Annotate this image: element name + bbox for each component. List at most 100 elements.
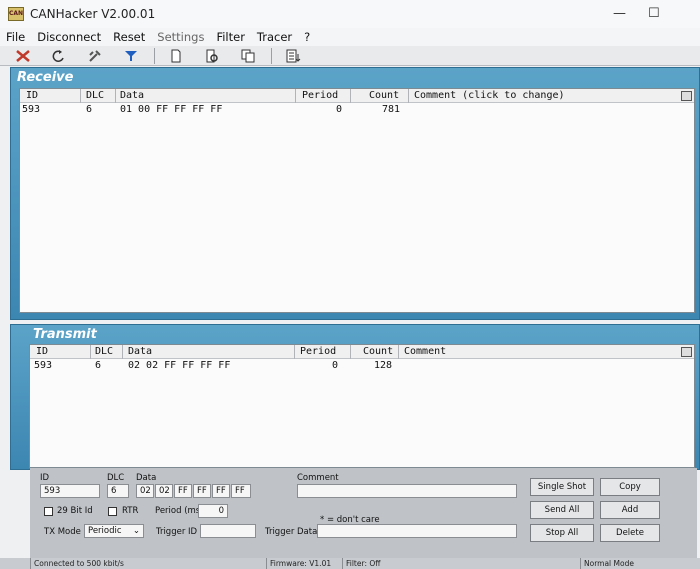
column-divider [350, 89, 351, 103]
txmode-label: TX Mode [44, 527, 81, 537]
preview-icon[interactable] [199, 47, 225, 65]
comment-label: Comment [297, 473, 339, 483]
col-period[interactable]: Period [302, 90, 338, 101]
col-data[interactable]: Data [128, 346, 152, 357]
transmit-options-icon[interactable] [681, 347, 692, 357]
single-shot-button[interactable]: Single Shot [530, 478, 594, 496]
col-id[interactable]: ID [36, 346, 48, 357]
connect-icon[interactable] [10, 47, 36, 65]
period-label: Period (ms) [155, 506, 204, 516]
column-divider [408, 89, 409, 103]
window-title: CANHacker V2.00.01 [30, 7, 156, 21]
col-dlc[interactable]: DLC [86, 90, 104, 101]
maximize-button[interactable]: ☐ [648, 6, 660, 21]
id-field[interactable]: 593 [40, 484, 100, 498]
rtr-checkbox[interactable] [108, 507, 117, 516]
col-period[interactable]: Period [300, 346, 336, 357]
reset-icon[interactable] [46, 47, 72, 65]
status-filter: Filter: Off [342, 558, 578, 569]
data-byte-3[interactable]: FF [193, 484, 211, 498]
data-label: Data [136, 473, 157, 483]
column-divider [80, 89, 81, 103]
minimize-button[interactable]: — [613, 6, 626, 21]
receive-title: Receive [17, 70, 74, 85]
transmit-panel: Transmit ID DLC Data Period Count Commen… [10, 324, 700, 470]
29bit-checkbox[interactable] [44, 507, 53, 516]
29bit-label: 29 Bit Id [57, 506, 93, 516]
menu-reset[interactable]: Reset [113, 30, 145, 44]
comment-field[interactable] [297, 484, 517, 498]
dlc-label: DLC [107, 473, 125, 483]
delete-button[interactable]: Delete [600, 524, 660, 542]
column-divider [295, 89, 296, 103]
col-comment[interactable]: Comment (click to change) [414, 90, 565, 101]
data-byte-1[interactable]: 02 [155, 484, 173, 498]
col-id[interactable]: ID [26, 90, 38, 101]
cell-data: 02 02 FF FF FF FF [128, 360, 231, 371]
column-divider [115, 89, 116, 103]
column-divider [294, 345, 295, 359]
txmode-select[interactable]: Periodic ⌄ [84, 524, 144, 538]
copy-icon[interactable] [235, 47, 261, 65]
col-data[interactable]: Data [120, 90, 144, 101]
transmit-grid[interactable]: ID DLC Data Period Count Comment 593 6 0… [29, 344, 695, 468]
copy-button[interactable]: Copy [600, 478, 660, 496]
data-byte-4[interactable]: FF [212, 484, 230, 498]
trigger-id-label: Trigger ID [156, 527, 198, 537]
add-button[interactable]: Add [600, 501, 660, 519]
rtr-label: RTR [122, 506, 139, 516]
menu-bar: File Disconnect Reset Settings Filter Tr… [0, 28, 700, 46]
receive-panel: Receive ID DLC Data Period Count Comment… [10, 67, 700, 320]
cell-period: 0 [332, 360, 339, 371]
log-icon[interactable] [280, 47, 306, 65]
stop-all-button[interactable]: Stop All [530, 524, 594, 542]
col-dlc[interactable]: DLC [95, 346, 113, 357]
cell-id: 593 [22, 104, 41, 115]
status-connection: Connected to 500 kbit/s [30, 558, 260, 569]
status-mode: Normal Mode [580, 558, 700, 569]
transmit-editor: ID 593 DLC 6 Data 02 02 FF FF FF FF Comm… [30, 468, 697, 558]
data-byte-5[interactable]: FF [231, 484, 251, 498]
table-row[interactable]: 593 6 01 00 FF FF FF FF 0 781 [20, 103, 694, 116]
cell-dlc: 6 [86, 104, 93, 115]
period-field[interactable]: 0 [198, 504, 228, 518]
table-row[interactable]: 593 6 02 02 FF FF FF FF 0 128 [30, 359, 694, 372]
column-divider [398, 345, 399, 359]
cell-count: 781 [382, 104, 401, 115]
menu-file[interactable]: File [6, 30, 25, 44]
menu-disconnect[interactable]: Disconnect [37, 30, 101, 44]
menu-settings[interactable]: Settings [157, 30, 204, 44]
trigger-data-field[interactable] [317, 524, 517, 538]
col-count[interactable]: Count [363, 346, 393, 357]
transmit-title: Transmit [33, 327, 97, 342]
cell-data: 01 00 FF FF FF FF [120, 104, 223, 115]
app-icon: CAN [8, 7, 24, 21]
receive-options-icon[interactable] [681, 91, 692, 101]
data-byte-0[interactable]: 02 [136, 484, 154, 498]
trigger-data-label: Trigger Data [265, 527, 318, 537]
cell-count: 128 [374, 360, 393, 371]
data-byte-2[interactable]: FF [174, 484, 192, 498]
column-divider [122, 345, 123, 359]
receive-grid[interactable]: ID DLC Data Period Count Comment (click … [19, 88, 695, 313]
filter-icon[interactable] [118, 47, 144, 65]
new-icon[interactable] [163, 47, 189, 65]
cell-dlc: 6 [95, 360, 102, 371]
title-bar: CAN CANHacker V2.00.01 — ☐ [0, 0, 700, 28]
id-label: ID [40, 473, 50, 483]
dlc-field[interactable]: 6 [107, 484, 129, 498]
settings-icon[interactable] [82, 47, 108, 65]
toolbar [0, 46, 700, 66]
chevron-down-icon: ⌄ [132, 526, 140, 536]
menu-help[interactable]: ? [304, 30, 310, 44]
col-comment[interactable]: Comment [404, 346, 446, 357]
col-count[interactable]: Count [369, 90, 399, 101]
send-all-button[interactable]: Send All [530, 501, 594, 519]
toolbar-separator [271, 47, 272, 64]
menu-tracer[interactable]: Tracer [257, 30, 292, 44]
cell-period: 0 [336, 104, 343, 115]
menu-filter[interactable]: Filter [216, 30, 244, 44]
column-divider [350, 345, 351, 359]
txmode-value: Periodic [88, 526, 122, 536]
trigger-id-field[interactable] [200, 524, 256, 538]
